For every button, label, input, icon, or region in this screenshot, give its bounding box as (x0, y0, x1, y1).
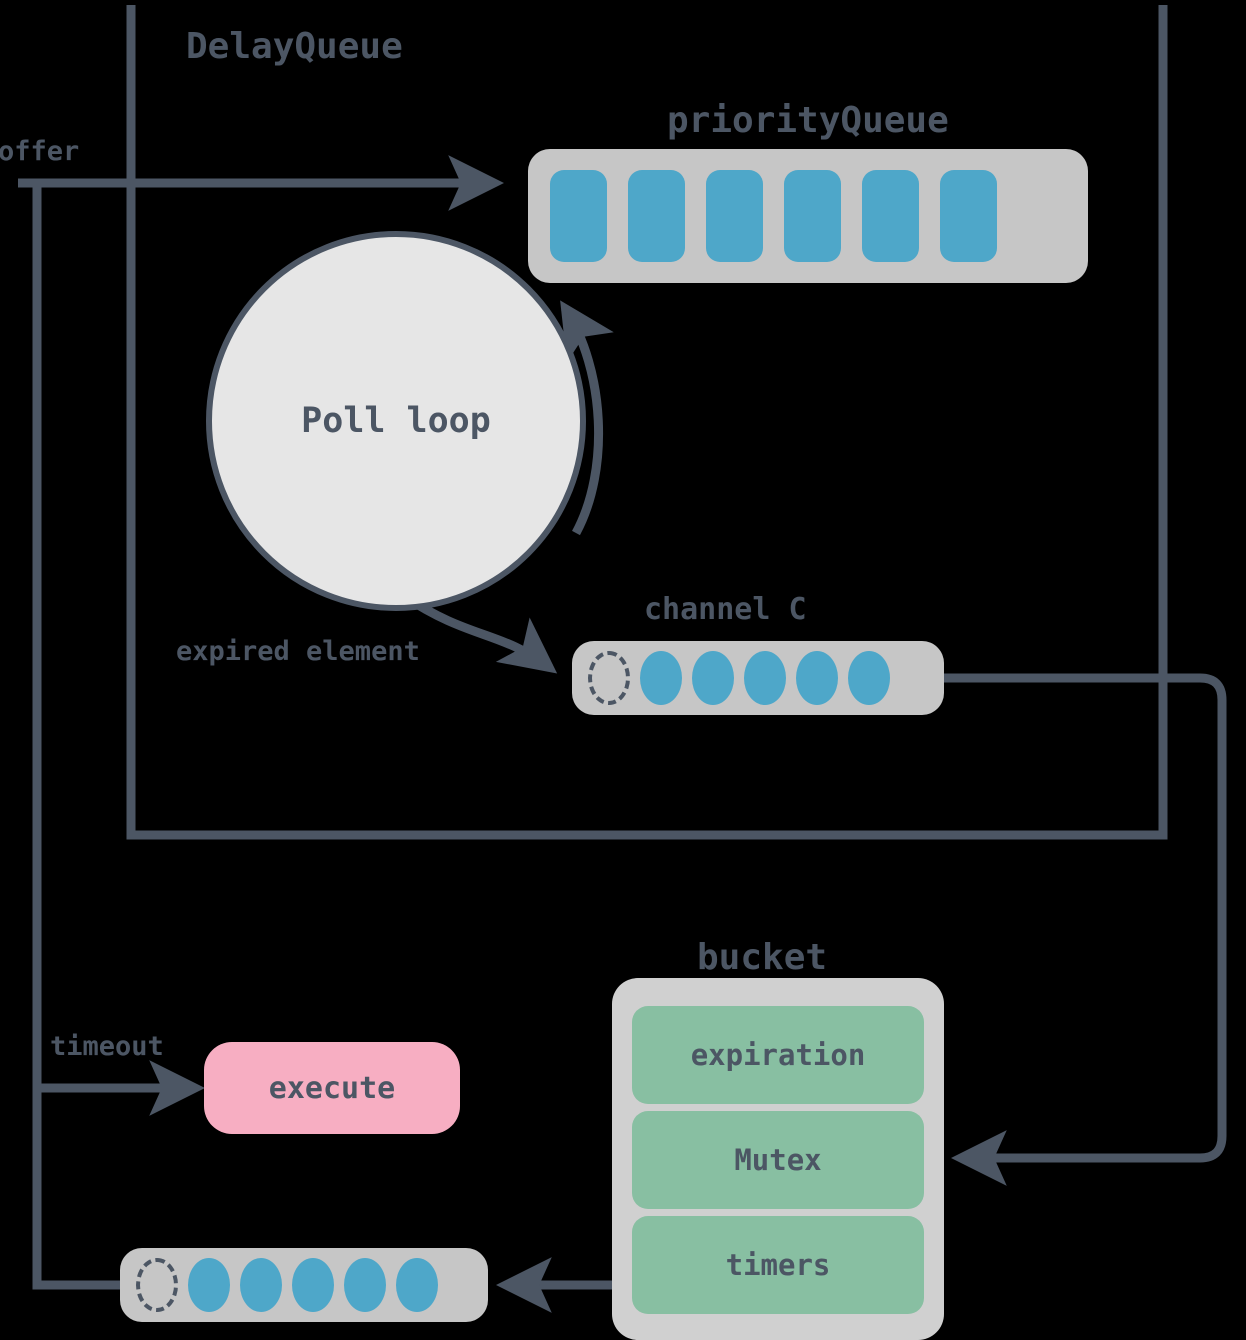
priority-queue-cell (784, 170, 841, 262)
bottom-queue-cell (292, 1258, 334, 1312)
priority-queue-cell (628, 170, 685, 262)
diagram-canvas: DelayQueue priorityQueue channel C bucke… (0, 0, 1246, 1340)
channel-c-cell (744, 651, 786, 705)
bottom-queue-cell (396, 1258, 438, 1312)
bucket-title: bucket (697, 937, 828, 978)
timeout-label: timeout (50, 1031, 164, 1062)
timeout-wire (32, 183, 206, 1290)
channel-c-cell (796, 651, 838, 705)
priorityqueue-title: priorityQueue (667, 100, 949, 141)
bucket-container: expiration Mutex timers (612, 978, 944, 1340)
bucket-field-label: timers (725, 1248, 831, 1282)
priority-queue-container (528, 149, 1088, 283)
delayqueue-title: DelayQueue (186, 26, 403, 67)
execute-node: execute (204, 1042, 460, 1134)
priority-queue-cell (550, 170, 607, 262)
bottom-queue-cell-empty (136, 1258, 178, 1312)
expired-element-label: expired element (176, 636, 420, 667)
bucket-field-label: Mutex (734, 1143, 822, 1177)
offer-label: offer (0, 136, 80, 167)
bucket-field-timers: timers (632, 1216, 924, 1314)
channel-c-cell (692, 651, 734, 705)
channel-to-bucket-wire (944, 673, 1227, 1186)
priority-queue-cell (706, 170, 763, 262)
priority-queue-cell (862, 170, 919, 262)
channel-c-container (572, 641, 944, 715)
bottom-queue-cell (188, 1258, 230, 1312)
channel-c-title: channel C (644, 592, 807, 627)
bucket-field-expiration: expiration (632, 1006, 924, 1104)
execute-label: execute (268, 1070, 396, 1106)
bottom-queue-cell (344, 1258, 386, 1312)
bottom-queue-container (120, 1248, 488, 1322)
poll-loop-node: Poll loop (206, 231, 586, 611)
bottom-queue-cell (240, 1258, 282, 1312)
bucket-field-mutex: Mutex (632, 1111, 924, 1209)
channel-c-cell-empty (588, 651, 630, 705)
poll-loop-label: Poll loop (301, 401, 491, 441)
channel-c-cell (848, 651, 890, 705)
bucket-field-label: expiration (690, 1038, 866, 1072)
priority-queue-cell (940, 170, 997, 262)
channel-c-cell (640, 651, 682, 705)
